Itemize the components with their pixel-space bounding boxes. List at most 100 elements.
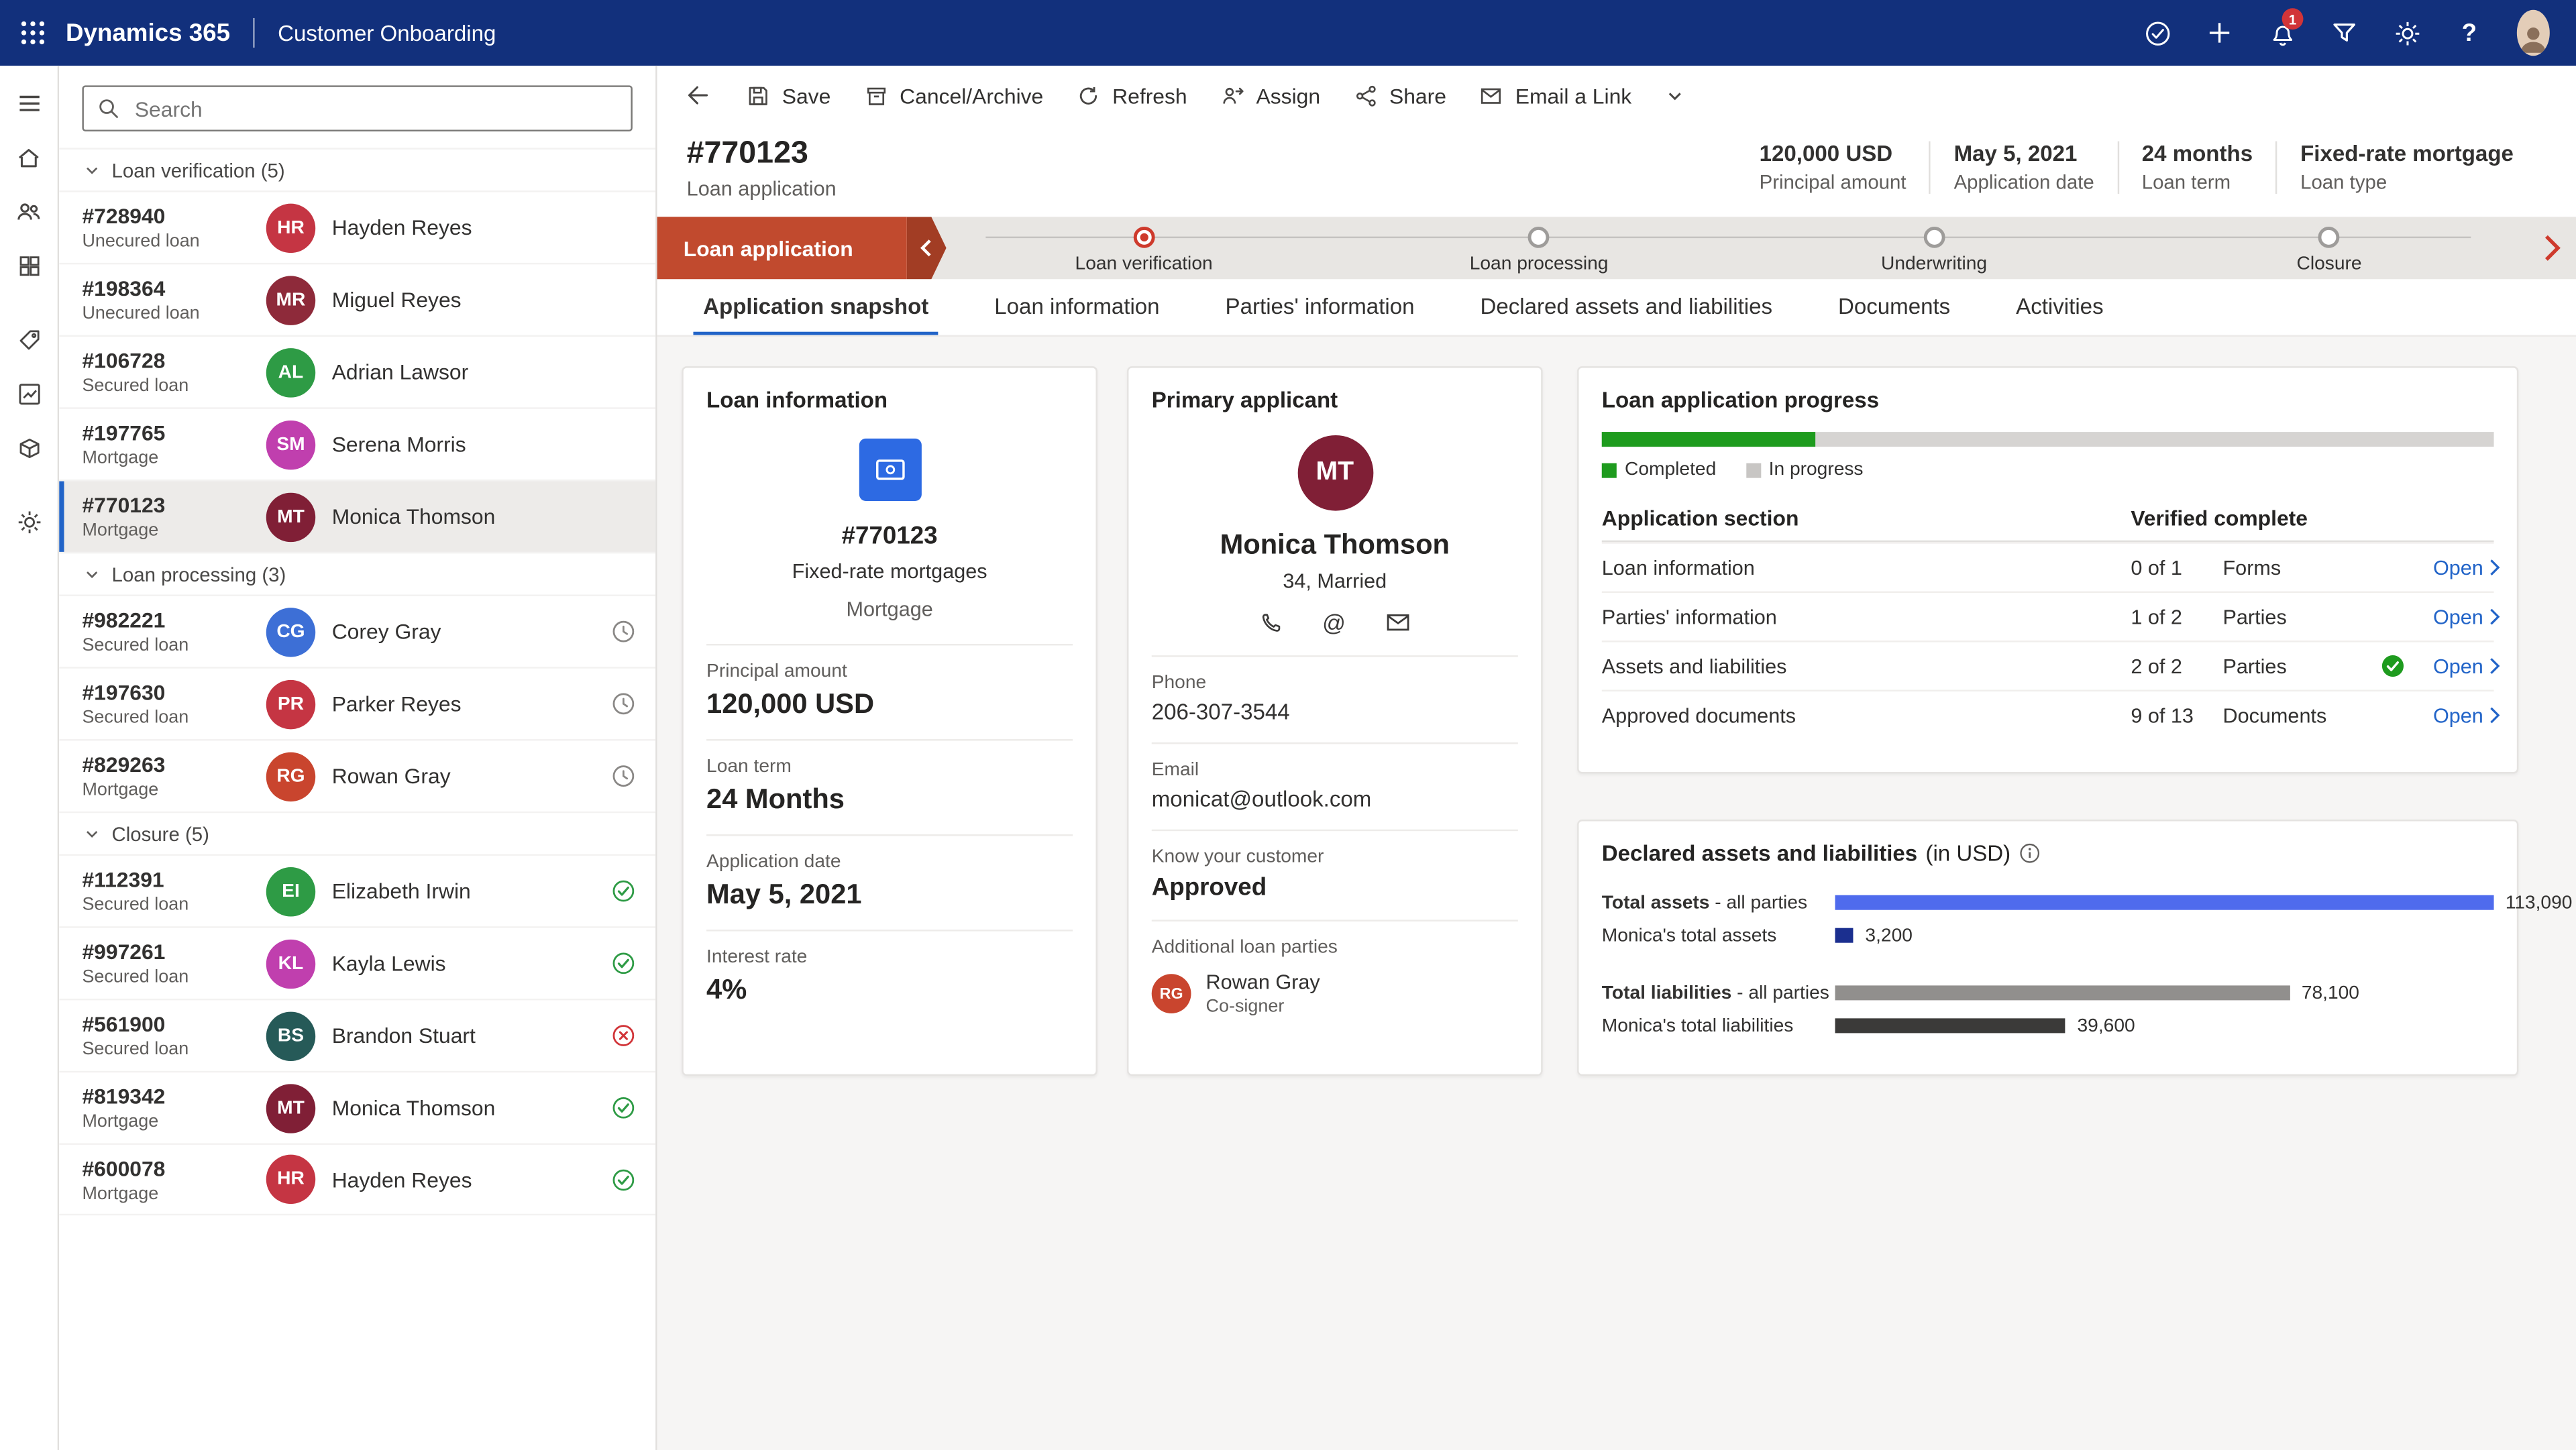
home-icon[interactable]	[4, 133, 53, 182]
tab-application-snapshot[interactable]: Application snapshot	[693, 292, 938, 335]
list-item[interactable]: #112391Secured loan EI Elizabeth Irwin	[59, 854, 655, 926]
chevron-down-icon	[84, 162, 100, 178]
bpf-stage-loan-processing[interactable]: Loan processing	[1342, 217, 1737, 279]
list-item[interactable]: #561900Secured loan BS Brandon Stuart	[59, 999, 655, 1071]
cancel-archive-button[interactable]: Cancel/Archive	[847, 72, 1060, 119]
refresh-icon	[1076, 83, 1101, 108]
envelope-icon[interactable]	[1385, 611, 1411, 634]
party-row[interactable]: RG Rowan Gray Co-signer	[1152, 970, 1518, 1017]
contact-name: Monica Thomson	[332, 1095, 611, 1120]
group-header-loan-processing[interactable]: Loan processing (3)	[59, 552, 655, 595]
bpf-collapse-button[interactable]	[907, 217, 947, 279]
contact-name: Serena Morris	[332, 432, 636, 457]
list-item-selected[interactable]: #770123Mortgage MT Monica Thomson	[59, 480, 655, 552]
stat-application-date: May 5, 2021 Application date	[1929, 142, 2117, 194]
list-item[interactable]: #197630Secured loan PR Parker Reyes	[59, 667, 655, 739]
bpf-stage-loan-verification[interactable]: Loan verification	[947, 217, 1342, 279]
loan-id: #819342	[82, 1084, 266, 1109]
contact-name: Kayla Lewis	[332, 951, 611, 976]
refresh-button[interactable]: Refresh	[1060, 72, 1203, 119]
bar-value: 3,200	[1865, 926, 1912, 945]
chart-icon[interactable]	[4, 370, 53, 419]
tab-declared-assets[interactable]: Declared assets and liabilities	[1470, 292, 1782, 335]
liabilities-all-bar	[1835, 985, 2290, 1000]
app-name[interactable]: Customer Onboarding	[278, 21, 496, 46]
plus-icon[interactable]	[2188, 0, 2251, 66]
save-button[interactable]: Save	[729, 72, 847, 119]
record-list-panel: Loan verification (5) #728940Unecured lo…	[59, 66, 657, 1450]
email-link-button[interactable]: Email a Link	[1462, 72, 1648, 119]
avatar: HR	[266, 1155, 315, 1204]
open-link[interactable]: Open	[2423, 653, 2510, 679]
open-link[interactable]: Open	[2423, 604, 2510, 630]
bpf-stage-closure[interactable]: Closure	[2132, 217, 2527, 279]
avatar: PR	[266, 679, 315, 728]
presence-check-icon[interactable]	[2126, 0, 2188, 66]
loan-type-label: Secured loan	[82, 1040, 266, 1059]
in-progress-swatch	[1746, 462, 1760, 477]
more-commands-button[interactable]	[1648, 72, 1703, 119]
open-link[interactable]: Open	[2423, 555, 2510, 581]
loan-id: #728940	[82, 204, 266, 229]
people-icon[interactable]	[4, 187, 53, 236]
record-tabs: Application snapshot Loan information Pa…	[657, 279, 2576, 335]
group-header-closure[interactable]: Closure (5)	[59, 812, 655, 854]
filter-icon[interactable]	[2313, 0, 2375, 66]
party-avatar: RG	[1152, 974, 1191, 1013]
loan-id: #997261	[82, 940, 266, 964]
list-item[interactable]: #600078Mortgage HR Hayden Reyes	[59, 1143, 655, 1215]
bell-icon[interactable]: 1	[2251, 0, 2313, 66]
save-icon	[746, 83, 771, 108]
tab-parties-information[interactable]: Parties' information	[1216, 292, 1424, 335]
field-principal-amount: Principal amount 120,000 USD	[706, 644, 1073, 739]
group-header-loan-verification[interactable]: Loan verification (5)	[59, 148, 655, 190]
back-button[interactable]	[670, 72, 722, 119]
search-input[interactable]	[131, 95, 618, 123]
bar-total-liabilities: Total liabilities - all parties 78,100	[1602, 979, 2494, 1007]
at-icon[interactable]: @	[1322, 610, 1346, 636]
assign-button[interactable]: Assign	[1203, 72, 1336, 119]
box-icon[interactable]	[4, 424, 53, 473]
list-item[interactable]: #106728Secured loan AL Adrian Lawsor	[59, 335, 655, 408]
list-item[interactable]: #997261Secured loan KL Kayla Lewis	[59, 926, 655, 999]
list-item[interactable]: #198364Unecured loan MR Miguel Reyes	[59, 263, 655, 335]
search-box[interactable]	[82, 85, 632, 131]
bpf-stage-underwriting[interactable]: Underwriting	[1737, 217, 2132, 279]
info-icon[interactable]	[2019, 842, 2040, 864]
loan-type-label: Unecured loan	[82, 304, 266, 323]
bpf-active-process-chip[interactable]: Loan application	[657, 217, 907, 279]
share-icon	[1353, 83, 1378, 108]
avatar: MT	[266, 1083, 315, 1132]
grid-icon[interactable]	[4, 241, 53, 290]
bpf-next-stage-button[interactable]	[2527, 217, 2576, 279]
loan-product: Fixed-rate mortgages	[706, 560, 1073, 583]
chevron-left-icon	[919, 238, 932, 258]
list-item[interactable]: #829263Mortgage RG Rowan Gray	[59, 739, 655, 812]
waffle-icon[interactable]	[0, 0, 66, 66]
tab-activities[interactable]: Activities	[2006, 292, 2113, 335]
loan-id: #561900	[82, 1012, 266, 1037]
tab-documents[interactable]: Documents	[1828, 292, 1960, 335]
chevron-right-icon	[2488, 559, 2500, 577]
brand-title[interactable]: Dynamics 365	[66, 19, 230, 47]
hamburger-icon[interactable]	[4, 79, 53, 128]
help-icon[interactable]: ?	[2438, 0, 2500, 66]
page-subtitle: Loan application	[687, 176, 837, 199]
settings-gear-icon[interactable]	[4, 498, 53, 547]
tab-loan-information[interactable]: Loan information	[985, 292, 1170, 335]
phone-icon[interactable]	[1258, 610, 1283, 635]
record-header: #770123 Loan application 120,000 USD Pri…	[657, 125, 2576, 217]
stage-marker-active	[1133, 227, 1155, 248]
list-item[interactable]: #819342Mortgage MT Monica Thomson	[59, 1071, 655, 1144]
tag-icon[interactable]	[4, 315, 53, 364]
loan-id: #112391	[82, 867, 266, 892]
list-item[interactable]: #197765Mortgage SM Serena Morris	[59, 407, 655, 480]
list-item[interactable]: #982221Secured loan CG Corey Gray	[59, 595, 655, 667]
open-link[interactable]: Open	[2423, 702, 2510, 728]
notification-badge: 1	[2282, 8, 2304, 30]
list-item[interactable]: #728940Unecured loan HR Hayden Reyes	[59, 190, 655, 263]
user-avatar[interactable]	[2500, 0, 2559, 66]
share-button[interactable]: Share	[1337, 72, 1463, 119]
gear-icon[interactable]	[2375, 0, 2438, 66]
field-loan-term: Loan term 24 Months	[706, 739, 1073, 834]
